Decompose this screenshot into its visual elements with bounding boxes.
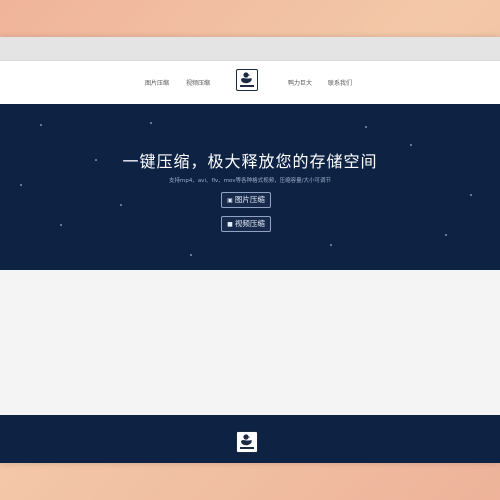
star-dot	[190, 254, 192, 256]
hero-subtitle: 支持mp4、avi、flv、mov等各种格式视频，压缩容量/大小可调节	[168, 178, 332, 184]
star-dot	[150, 122, 152, 124]
star-dot	[365, 126, 367, 128]
video-compress-button[interactable]: ■ 视频压缩	[221, 216, 271, 232]
nav-link-contact-us[interactable]: 联系我们	[328, 78, 352, 87]
nav-link-image-compress[interactable]: 图片压缩	[145, 78, 169, 87]
page-footer	[0, 415, 500, 463]
star-dot	[120, 204, 122, 206]
footer-duck-logo	[236, 431, 258, 453]
main-content-area	[0, 270, 500, 415]
hero-title: 一键压缩，极大释放您的存储空间	[122, 152, 378, 171]
browser-toolbar	[0, 37, 500, 61]
star-dot	[40, 124, 42, 126]
duck-logo[interactable]	[236, 69, 258, 91]
nav-link-video-compress[interactable]: 视频压缩	[186, 78, 210, 87]
star-dot	[330, 244, 332, 246]
image-icon: ▣	[227, 196, 233, 204]
star-dot	[60, 224, 62, 226]
video-icon: ■	[227, 220, 233, 228]
star-dot	[410, 144, 412, 146]
image-compress-button[interactable]: ▣ 图片压缩	[221, 192, 271, 208]
star-dot	[20, 184, 22, 186]
hero-banner: 一键压缩，极大释放您的存储空间 支持mp4、avi、flv、mov等各种格式视频…	[0, 104, 500, 270]
nav-link-duck-power[interactable]: 鸭力巨大	[288, 78, 312, 87]
top-navbar: 图片压缩 视频压缩 鸭力巨大 联系我们	[0, 61, 500, 104]
star-dot	[445, 234, 447, 236]
star-dot	[470, 194, 472, 196]
video-compress-label: 视频压缩	[234, 219, 265, 228]
app-window: 图片压缩 视频压缩 鸭力巨大 联系我们 一键压缩，极大释放您的存储空间 支持mp…	[0, 37, 500, 463]
image-compress-label: 图片压缩	[234, 195, 265, 204]
